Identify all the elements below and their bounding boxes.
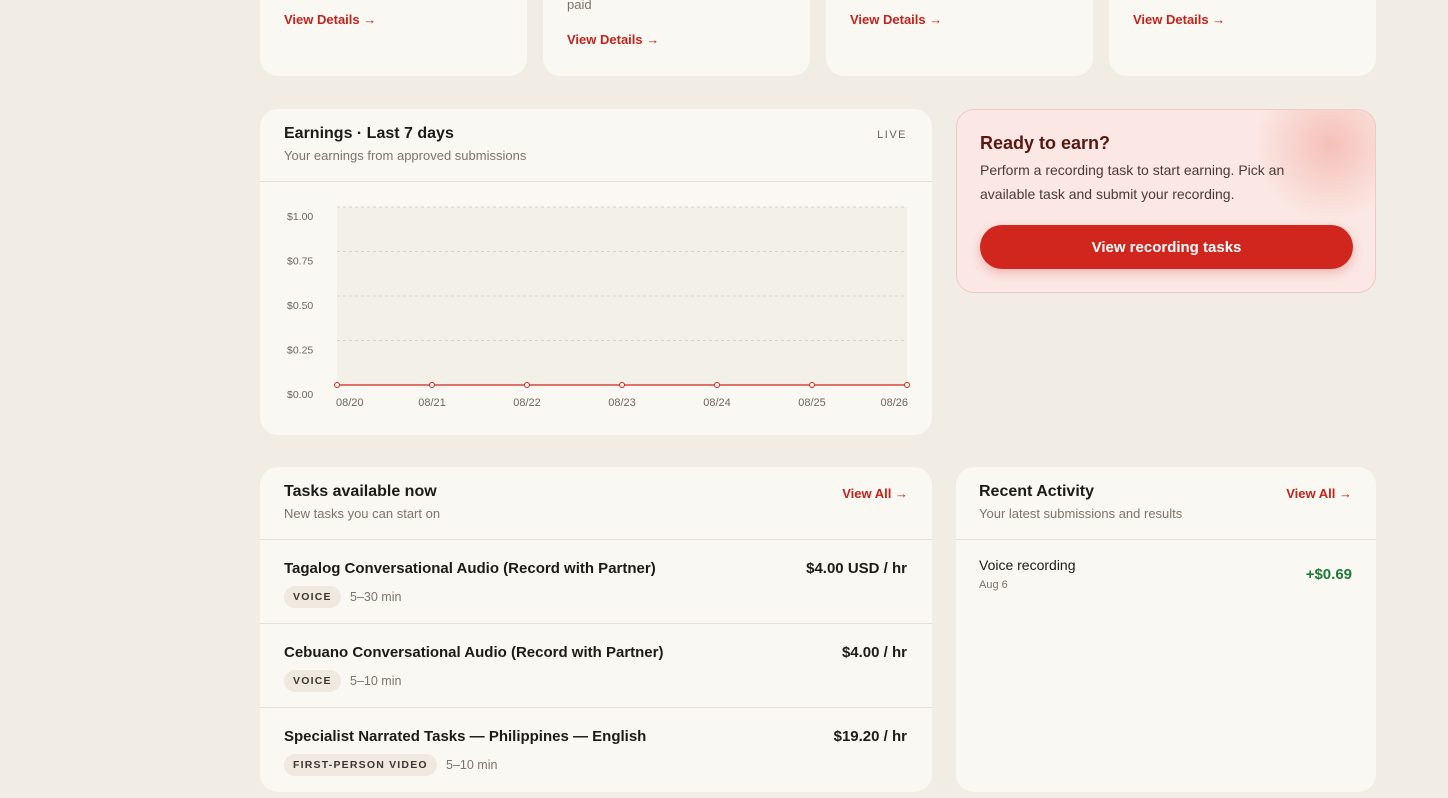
ready-to-earn-card: Ready to earn? Perform a recording task …	[956, 109, 1376, 293]
task-duration: 5–10 min	[446, 758, 498, 772]
activity-subtitle: Your latest submissions and results	[979, 506, 1183, 521]
data-point	[429, 382, 435, 388]
y-tick-label: $0.00	[287, 389, 313, 401]
task-title: Specialist Narrated Tasks — Philippines …	[284, 728, 647, 745]
task-pay: $19.20 / hr	[833, 728, 907, 745]
recent-activity-card: Recent Activity Your latest submissions …	[956, 467, 1376, 792]
activity-item-title: Voice recording	[979, 557, 1076, 573]
task-row[interactable]: Specialist Narrated Tasks — Philippines …	[260, 708, 932, 792]
y-tick-label: $0.75	[287, 256, 313, 268]
summary-note: paid	[567, 0, 592, 12]
view-details-link[interactable]: View Details →	[850, 12, 942, 27]
activity-title: Recent Activity	[979, 483, 1094, 500]
x-tick-label: 08/23	[608, 397, 636, 409]
data-point	[334, 382, 340, 388]
summary-card-2: paid View Details →	[543, 0, 810, 76]
earnings-chart: $1.00 $0.75 $0.50 $0.25 $0.00 08/20 08/21 08/22…	[287, 206, 910, 409]
tasks-view-all-link[interactable]: View All →	[842, 486, 908, 501]
x-tick-label: 08/22	[513, 397, 541, 409]
summary-card-4: View Details →	[1109, 0, 1376, 76]
task-title: Cebuano Conversational Audio (Record wit…	[284, 644, 664, 661]
task-pay: $4.00 USD / hr	[806, 560, 907, 577]
x-tick-label: 08/25	[798, 397, 826, 409]
task-row[interactable]: Tagalog Conversational Audio (Record wit…	[260, 540, 932, 624]
activity-view-all-link[interactable]: View All →	[1286, 486, 1352, 501]
y-tick-label: $0.50	[287, 300, 313, 312]
summary-card-1: View Details →	[260, 0, 527, 76]
task-type-badge: VOICE	[284, 670, 341, 692]
view-recording-tasks-button[interactable]: View recording tasks	[980, 225, 1353, 269]
tasks-title: Tasks available now	[284, 483, 437, 500]
task-pay: $4.00 / hr	[841, 644, 907, 661]
x-tick-label: 08/20	[336, 397, 364, 409]
x-tick-label: 08/26	[880, 397, 908, 409]
tasks-subtitle: New tasks you can start on	[284, 506, 441, 521]
earnings-card: Earnings · Last 7 days Your earnings fro…	[260, 109, 932, 435]
x-tick-label: 08/24	[703, 397, 731, 409]
summary-card-3: View Details →	[826, 0, 1093, 76]
data-point	[524, 382, 530, 388]
data-point	[714, 382, 720, 388]
data-point	[904, 382, 910, 388]
card-divider	[956, 539, 1376, 540]
data-point	[809, 382, 815, 388]
task-type-badge: FIRST-PERSON VIDEO	[284, 754, 437, 776]
data-point	[619, 382, 625, 388]
activity-item-date: Aug 6	[979, 579, 1008, 591]
view-details-link[interactable]: View Details →	[1133, 12, 1225, 27]
ready-body: Perform a recording task to start earnin…	[980, 162, 1285, 202]
task-row[interactable]: Cebuano Conversational Audio (Record wit…	[260, 624, 932, 708]
task-duration: 5–10 min	[350, 674, 402, 688]
ready-title: Ready to earn?	[980, 133, 1111, 153]
activity-item-amount: +$0.69	[1305, 566, 1352, 583]
x-tick-label: 08/21	[418, 397, 446, 409]
y-tick-label: $1.00	[287, 211, 313, 223]
view-details-link[interactable]: View Details →	[284, 12, 376, 27]
tasks-card: Tasks available now New tasks you can st…	[260, 467, 932, 792]
task-type-badge: VOICE	[284, 586, 341, 608]
task-title: Tagalog Conversational Audio (Record wit…	[284, 560, 656, 577]
y-tick-label: $0.25	[287, 345, 313, 357]
task-duration: 5–30 min	[350, 590, 402, 604]
view-details-link[interactable]: View Details →	[567, 32, 659, 47]
